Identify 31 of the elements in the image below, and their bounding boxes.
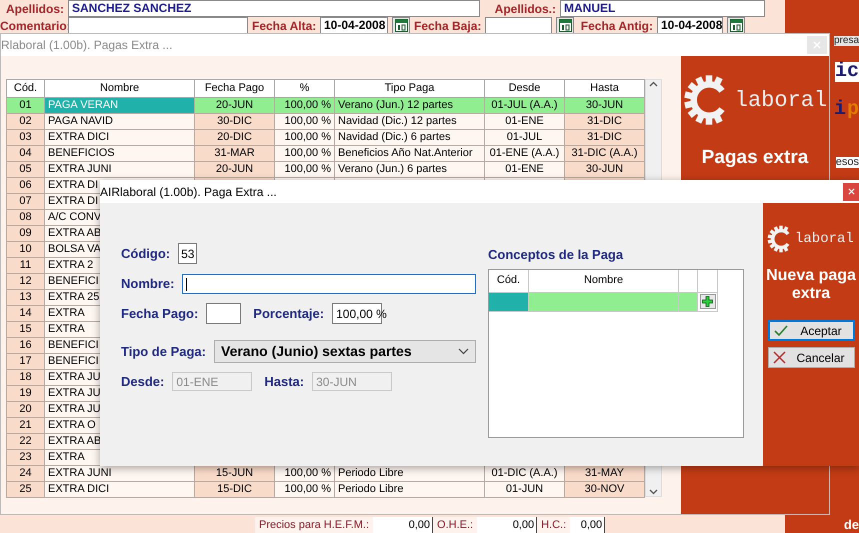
panel-heading: Pagas extra (700, 148, 810, 169)
field-label: H.C.: (540, 518, 568, 533)
value-field: 0,00 (570, 516, 606, 533)
field-label: Apellidos: (4, 0, 64, 18)
field-label: Precios para H.E.F.M.: (258, 518, 370, 533)
text-fragment: p (846, 100, 859, 120)
value-field: 0,00 (373, 516, 434, 533)
logo-text: laboral (795, 230, 854, 248)
text-fragment: presa (834, 36, 859, 46)
field-label: Nombre: (121, 275, 174, 294)
field-label: Fecha Pago: (121, 304, 198, 323)
section-title: Conceptos de la Paga (488, 246, 624, 264)
value-field: 0,00 (477, 516, 538, 533)
field-label: Tipo de Paga: (121, 342, 206, 361)
field-label: O.H.E.: (436, 518, 474, 533)
field-label: Fecha Baja: (414, 18, 481, 34)
panel-heading: Nueva paga extra (765, 267, 857, 302)
field-label: Fecha Antig: (580, 18, 653, 34)
text-fragment: ic (834, 62, 859, 82)
text-fragment: esos (836, 157, 859, 168)
field-label: Apellidos.: (494, 0, 556, 18)
text-fragment: de (844, 518, 859, 531)
window-title: Rlaboral (1.00b). Pagas Extra ... (1, 37, 172, 54)
field-label: Porcentaje: (253, 304, 324, 323)
text-fragment: i (834, 100, 846, 120)
window-title: AIRlaboral (1.00b). Paga Extra ... (100, 184, 277, 200)
field-label: Desde: (121, 373, 164, 391)
logo-text: laboral (734, 86, 828, 114)
field-label: Código: (121, 244, 170, 263)
field-label: Hasta: (264, 373, 304, 391)
field-label: Fecha Alta: (252, 18, 316, 34)
